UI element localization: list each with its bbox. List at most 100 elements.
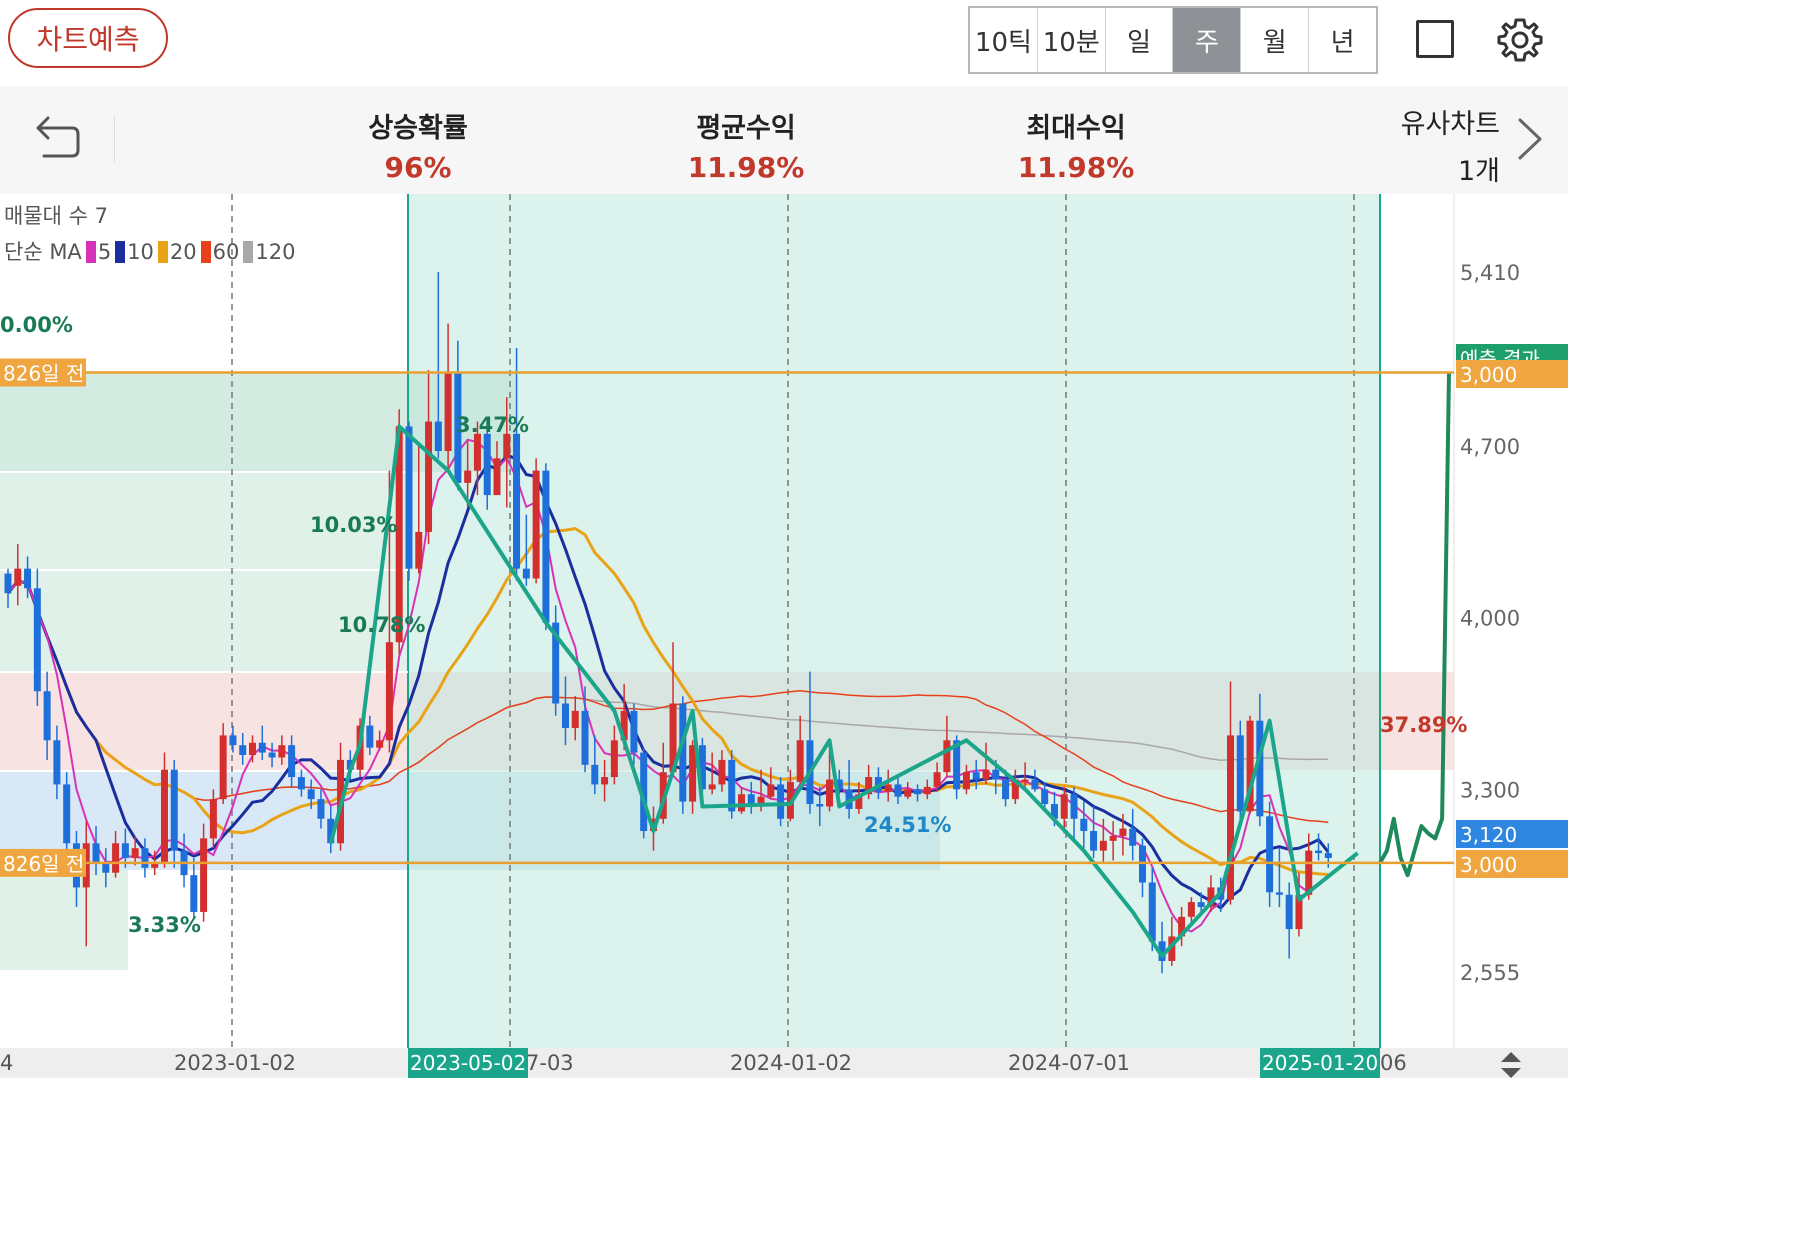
candle-body [141, 848, 149, 868]
ma10-label: 10 [127, 240, 154, 264]
candle-body [112, 843, 120, 873]
gear-icon[interactable] [1496, 16, 1544, 64]
max-return-value: 11.98% [1017, 151, 1135, 184]
scale-toggle-icon[interactable] [1496, 1050, 1526, 1080]
similar-chart-label: 유사차트 [1400, 109, 1500, 140]
candle-body [1197, 902, 1205, 908]
candle-body [532, 470, 540, 579]
chart-canvas[interactable]: 826일 전 826일 전 0.00% 3.47% 10.03% 10.78% 3.33% 2… [0, 194, 1568, 1078]
period-day-button[interactable]: 일 [1105, 8, 1174, 72]
chevron-right-icon[interactable] [1512, 116, 1546, 162]
candle-body [14, 568, 22, 586]
candle-body [1002, 779, 1010, 800]
candle-body [1187, 902, 1195, 917]
ma-legend-label: 단순 MA [4, 240, 82, 264]
candle-body [258, 742, 266, 753]
similar-pattern-range [408, 194, 1380, 1048]
percent-annotation: 3.47% [456, 413, 529, 437]
percent-annotation: 3.33% [128, 913, 201, 937]
period-selector: 10틱 10분 일 주 월 년 [968, 6, 1378, 74]
candle-body [209, 799, 217, 839]
candle-body [473, 433, 481, 471]
ma5-label: 5 [97, 240, 112, 264]
price-tick-label: 5,410 [1460, 261, 1520, 285]
candle-body [1060, 794, 1068, 819]
candle-body [121, 843, 129, 858]
candle-body [1275, 892, 1283, 895]
percent-annotation: 24.51% [864, 813, 951, 837]
candle-body [1315, 850, 1323, 854]
candle-body [513, 433, 521, 569]
fib-zone-bottom [0, 870, 128, 970]
candle-body [102, 862, 110, 873]
avg-return-value: 11.98% [687, 151, 805, 184]
ma120-swatch [243, 241, 254, 263]
period-month-button[interactable]: 월 [1241, 8, 1310, 72]
candle-body [933, 772, 941, 787]
date-tick-label: 2023-01-02 [174, 1051, 296, 1075]
ma10-swatch [115, 241, 126, 263]
period-year-button[interactable]: 년 [1309, 8, 1376, 72]
candle-body [767, 784, 775, 797]
forecast-line [1378, 372, 1451, 878]
candle-body [1109, 835, 1117, 841]
candle-body [796, 740, 804, 782]
ma-legend: 단순 MA 5 10 20 60 120 [4, 234, 295, 270]
candle-body [904, 789, 912, 797]
candle-body [229, 735, 237, 746]
candle-body [239, 745, 247, 756]
candle-body [1099, 840, 1107, 851]
chart-predict-button[interactable]: 차트예측 [8, 8, 168, 68]
price-tick-label: 4,000 [1460, 607, 1520, 631]
stock-chart[interactable]: 826일 전 826일 전 0.00% 3.47% 10.03% 10.78% 3.33% 2… [0, 194, 1568, 1078]
volume-profile-legend: 매물대 수 7 [4, 204, 108, 228]
max-return-stat: 최대수익 11.98% [1006, 106, 1146, 184]
chart-legend: 매물대 수 7 단순 MA 5 10 20 60 120 [4, 198, 295, 270]
candle-body [816, 804, 824, 807]
candle-body [425, 421, 433, 532]
candle-body [24, 568, 32, 589]
top-toolbar: 차트예측 10틱 10분 일 주 월 년 [0, 0, 1568, 86]
undo-back-icon[interactable] [30, 114, 82, 160]
candle-body [962, 772, 970, 790]
rise-probability-stat: 상승확률 96% [350, 106, 486, 184]
candle-body [92, 843, 100, 863]
candle-body [434, 421, 442, 451]
candle-body [170, 769, 178, 851]
candle-body [630, 710, 638, 753]
candle-body [1119, 828, 1127, 836]
candle-body [826, 779, 834, 807]
rise-probability-value: 96% [384, 151, 452, 184]
candle-body [444, 372, 452, 451]
period-10tick-button[interactable]: 10틱 [970, 8, 1038, 72]
candle-body [200, 838, 208, 912]
similar-chart-link[interactable]: 유사차트 1개 [1380, 102, 1500, 188]
candle-body [1227, 735, 1234, 900]
percent-annotation: 10.78% [338, 613, 425, 637]
candle-body [493, 458, 501, 496]
period-10min-button[interactable]: 10분 [1037, 8, 1106, 72]
fullscreen-square-icon[interactable] [1416, 20, 1454, 58]
ma60-label: 60 [212, 240, 240, 264]
candle-body [131, 848, 139, 858]
max-return-label: 최대수익 [1026, 113, 1126, 144]
price-tick-label: 4,700 [1460, 435, 1520, 459]
candle-body [591, 764, 599, 785]
candle-body [1070, 794, 1078, 819]
stats-divider [114, 116, 115, 162]
highlight-date-label: 2025-01-20 [1262, 1051, 1378, 1075]
candle-body [268, 752, 276, 758]
price-tag-text: 3,000 [1460, 363, 1517, 387]
percent-annotation: 10.03% [310, 513, 397, 537]
highlight-date-label: 2023-05-02 [410, 1051, 526, 1075]
candle-body [982, 769, 990, 780]
candle-body [1324, 853, 1332, 858]
candle-body [405, 426, 413, 569]
candle-body [385, 642, 393, 741]
period-week-button[interactable]: 주 [1173, 8, 1242, 72]
price-tick-label: 3,300 [1460, 778, 1520, 802]
candle-body [288, 745, 296, 778]
candle-body [1080, 818, 1088, 832]
candle-body [1021, 779, 1029, 782]
candle-body [923, 786, 931, 795]
